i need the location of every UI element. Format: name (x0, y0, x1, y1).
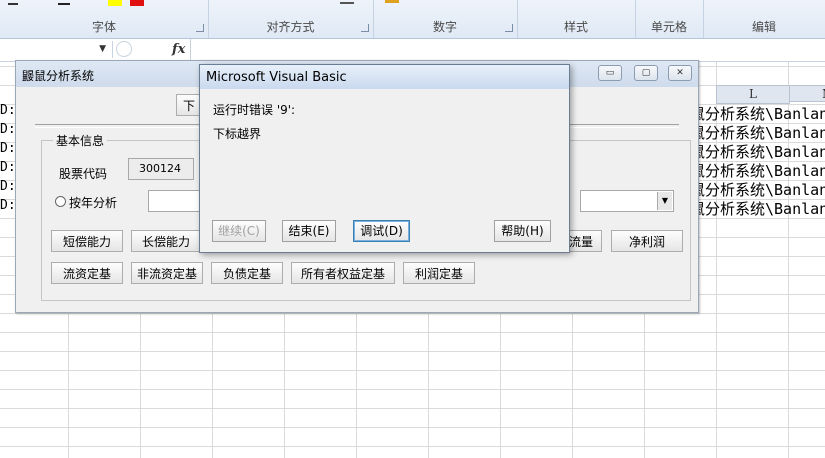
merge-icon[interactable] (340, 0, 354, 4)
ribbon-group-label-font: 字体 (91, 20, 116, 34)
equity-base-button[interactable]: 所有者权益定基 (291, 262, 395, 284)
yearly-analysis-radio[interactable] (55, 196, 66, 207)
cell-path-text[interactable]: 鼠分析系统\Banland (690, 198, 825, 219)
formula-bar: ▼ fx (0, 39, 825, 62)
dialog-title: Microsoft Visual Basic (206, 70, 347, 85)
ribbon-group-font: 字体 (0, 0, 209, 38)
form-title: 鼹鼠分析系统 (22, 69, 95, 83)
close-icon[interactable]: ✕ (668, 65, 692, 81)
dialog-title-bar[interactable]: Microsoft Visual Basic (200, 65, 569, 89)
ribbon-group-label-alignment: 对齐方式 (266, 20, 315, 34)
ribbon-group-label-styles: 样式 (563, 20, 588, 34)
column-header-m[interactable]: M (789, 85, 825, 102)
ribbon-group-label-editing: 编辑 (751, 20, 776, 34)
minimize-icon[interactable]: ▭ (598, 65, 622, 81)
net-profit-button[interactable]: 净利润 (611, 230, 683, 252)
font-dialog-launcher-icon[interactable] (196, 24, 204, 32)
cell-path-text[interactable]: 鼠分析系统\Banland (690, 103, 825, 124)
ribbon-group-styles: 样式 (517, 0, 636, 38)
continue-button[interactable]: 继续(C) (212, 220, 266, 242)
cell-text[interactable]: D: (0, 141, 16, 156)
column-header-l[interactable]: L (716, 85, 790, 104)
liabilities-base-button[interactable]: 负债定基 (211, 262, 283, 284)
ribbon-group-cells: 单元格 (635, 0, 704, 38)
cell-text[interactable]: D: (0, 160, 16, 175)
current-assets-base-button[interactable]: 流资定基 (51, 262, 123, 284)
cell-path-text[interactable]: 鼠分析系统\Banland (690, 122, 825, 143)
maximize-icon[interactable]: ▢ (634, 65, 658, 81)
vba-error-dialog: Microsoft Visual Basic 运行时错误 '9': 下标越界 继… (199, 64, 570, 253)
short-term-solvency-button[interactable]: 短偿能力 (51, 230, 123, 252)
stock-code-field[interactable]: 300124 (128, 158, 194, 180)
error-message: 下标越界 (213, 127, 262, 141)
insert-function-icon[interactable]: fx (172, 42, 185, 57)
end-button[interactable]: 结束(E) (282, 220, 336, 242)
number-dialog-launcher-icon[interactable] (505, 24, 513, 32)
cell-path-text[interactable]: 鼠分析系统\Banland (690, 179, 825, 200)
help-button[interactable]: 帮助(H) (494, 220, 551, 242)
cell-text[interactable]: D: (0, 103, 16, 118)
border-icon[interactable] (8, 3, 18, 5)
ribbon-group-label-number: 数字 (432, 20, 457, 34)
fill-color-icon[interactable] (108, 0, 122, 6)
basic-info-legend: 基本信息 (53, 132, 108, 149)
ribbon-group-editing: 编辑 (703, 0, 825, 38)
ribbon-group-label-cells: 单元格 (650, 20, 687, 34)
non-current-assets-base-button[interactable]: 非流资定基 (131, 262, 203, 284)
alignment-dialog-launcher-icon[interactable] (361, 24, 369, 32)
long-term-solvency-button[interactable]: 长偿能力 (131, 230, 201, 252)
formula-bar-resize-icon[interactable] (116, 41, 132, 57)
debug-button[interactable]: 调试(D) (353, 220, 410, 242)
underline-icon[interactable] (58, 0, 70, 5)
cell-path-text[interactable]: 鼠分析系统\Banland (690, 160, 825, 181)
ribbon-group-alignment: 对齐方式 (208, 0, 374, 38)
ribbon-group-number: 数字 (373, 0, 518, 38)
name-box[interactable]: ▼ (0, 41, 113, 58)
year-input[interactable] (148, 190, 200, 212)
cell-text[interactable]: D: (0, 198, 16, 213)
cell-text[interactable]: D: (0, 122, 16, 137)
stock-code-label: 股票代码 (59, 167, 108, 181)
runtime-error-line: 运行时错误 '9': (213, 103, 296, 117)
yearly-analysis-label: 按年分析 (69, 196, 118, 210)
cell-text[interactable]: D: (0, 179, 16, 194)
profit-base-button[interactable]: 利润定基 (403, 262, 475, 284)
chevron-down-icon[interactable]: ▼ (99, 44, 106, 54)
font-color-icon[interactable] (130, 0, 144, 6)
year-select[interactable]: ▼ (580, 190, 674, 212)
chevron-down-icon[interactable]: ▼ (657, 192, 672, 210)
formula-bar-divider (190, 39, 191, 61)
currency-icon[interactable] (385, 0, 399, 3)
ribbon: 字体 对齐方式 数字 样式 单元格 编辑 (0, 0, 825, 39)
stock-code-value: 300124 (139, 162, 181, 175)
cell-path-text[interactable]: 鼠分析系统\Banland (690, 141, 825, 162)
